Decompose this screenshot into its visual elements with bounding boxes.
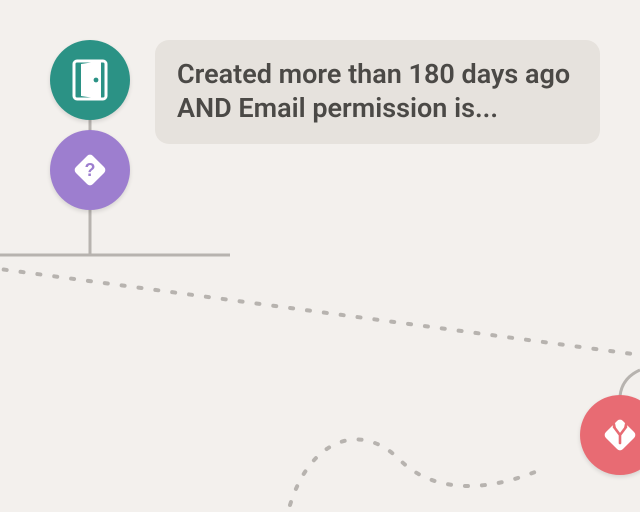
- entry-label[interactable]: Created more than 180 days ago AND Email…: [155, 40, 600, 144]
- entry-label-text: Created more than 180 days ago AND Email…: [177, 58, 578, 126]
- question-diamond-icon: ?: [68, 148, 112, 192]
- flow-canvas: Created more than 180 days ago AND Email…: [0, 0, 640, 512]
- branch-diamond-icon: [598, 413, 640, 457]
- door-icon: [71, 59, 109, 101]
- entry-node[interactable]: [50, 40, 130, 120]
- split-node[interactable]: [580, 395, 640, 475]
- decision-node[interactable]: ?: [50, 130, 130, 210]
- svg-text:?: ?: [85, 160, 96, 180]
